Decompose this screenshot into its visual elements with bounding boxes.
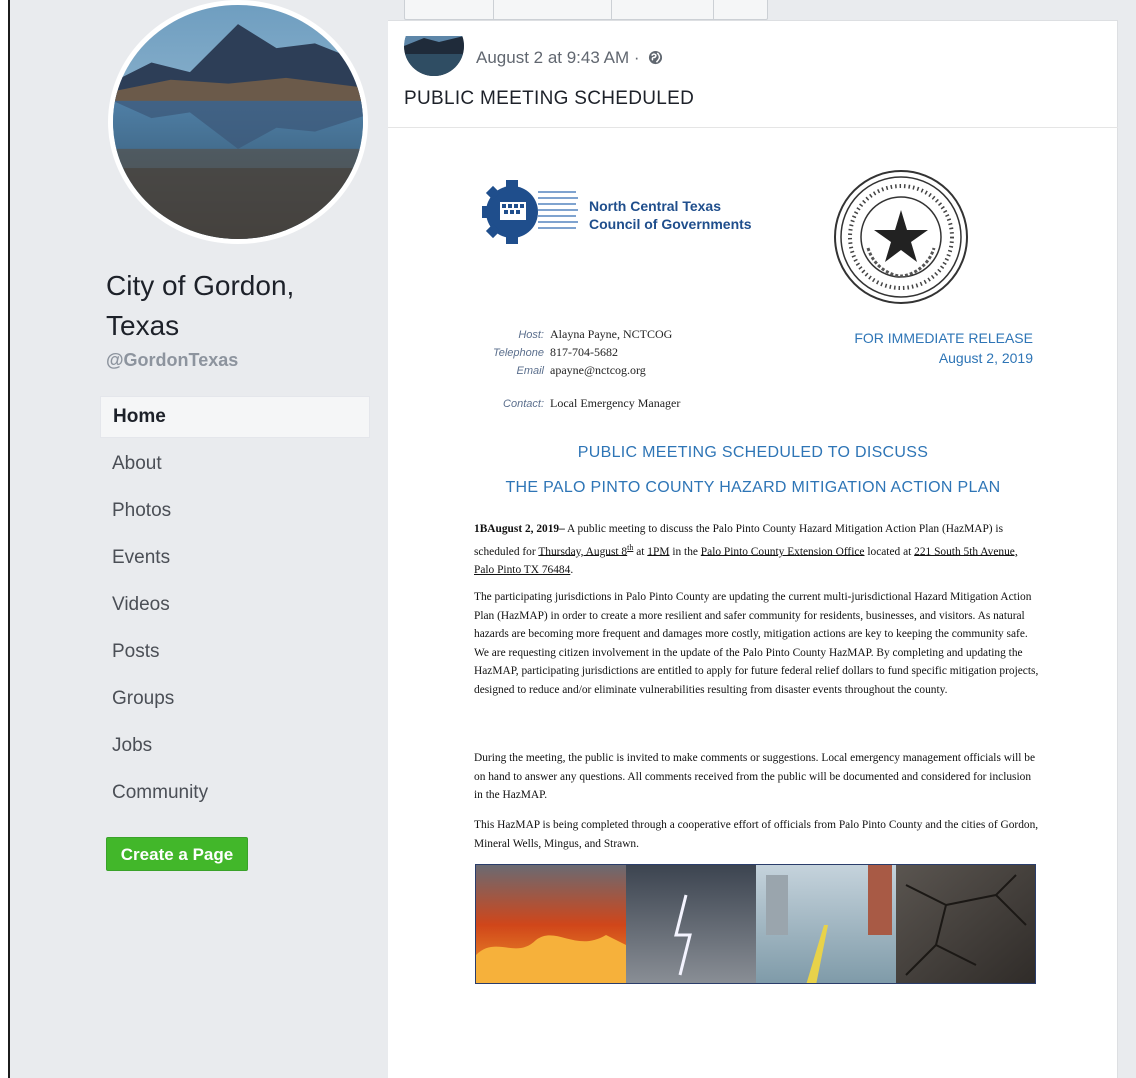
nctcog-name: North Central Texas Council of Governmen… — [589, 197, 752, 233]
page-handle[interactable]: @GordonTexas — [106, 350, 238, 371]
dateline: 1BAugust 2, 2019– — [474, 523, 565, 535]
nav-item-videos[interactable]: Videos — [100, 583, 370, 630]
para1-text-d: located at — [864, 545, 915, 558]
email-value: apayne@nctcog.org — [550, 363, 646, 377]
hazards-collage-image — [476, 865, 1035, 983]
page-nav: Home About Photos Events Videos Posts Gr… — [100, 396, 370, 818]
create-page-button[interactable]: Create a Page — [106, 837, 248, 871]
action-separator — [611, 0, 612, 21]
page-action-bar — [404, 0, 768, 21]
para1-text-c: in the — [669, 545, 701, 558]
palo-pinto-county-seal — [834, 170, 968, 304]
telephone-value: 817-704-5682 — [550, 345, 618, 359]
body-paragraph-3: During the meeting, the public is invite… — [474, 752, 1036, 802]
nav-item-posts[interactable]: Posts — [100, 630, 370, 677]
contact-info: Host: Alayna Payne, NCTCOG Telephone 817-7… — [458, 326, 680, 413]
meeting-place: Palo Pinto County Extension Office — [700, 545, 865, 558]
org-name-line1: North Central Texas — [589, 198, 721, 214]
release-date: August 2, 2019 — [938, 350, 1033, 366]
nav-item-home[interactable]: Home — [100, 396, 370, 438]
body-paragraph-4: This HazMAP is being completed through a… — [474, 819, 1039, 850]
nav-item-community[interactable]: Community — [100, 771, 370, 818]
host-value: Alayna Payne, NCTCOG — [550, 327, 673, 341]
action-separator — [493, 0, 494, 21]
globe-icon — [649, 50, 663, 65]
nav-item-events[interactable]: Events — [100, 536, 370, 583]
meeting-date: Thursday, August 8 — [538, 545, 628, 558]
email-label: Email — [516, 365, 544, 377]
org-name-line2: Council of Governments — [589, 216, 752, 232]
release-heading: FOR IMMEDIATE RELEASE — [854, 330, 1033, 346]
action-separator — [713, 0, 714, 21]
page-title: City of Gordon, Texas — [106, 266, 366, 346]
post-divider — [388, 127, 1118, 128]
nav-item-jobs[interactable]: Jobs — [100, 724, 370, 771]
meeting-time: 1PM — [647, 545, 670, 558]
nav-item-groups[interactable]: Groups — [100, 677, 370, 724]
para1-text-e: . — [570, 563, 574, 576]
page-title-line1: City of Gordon, — [106, 270, 295, 301]
contact-value: Local Emergency Manager — [550, 396, 681, 410]
telephone-label: Telephone — [493, 347, 544, 359]
host-label: Host: — [518, 329, 544, 341]
body-paragraph-2: The participating jurisdictions in Palo … — [474, 591, 1039, 696]
body-paragraph-1: 1BAugust 2, 2019– A public meeting to di… — [474, 520, 1040, 580]
profile-picture[interactable] — [108, 0, 368, 244]
lake-landscape-image — [113, 5, 363, 239]
contact-label: Contact: — [503, 398, 544, 410]
window-edge — [8, 0, 10, 1078]
post-timestamp[interactable]: August 2 at 9:43 AM · — [476, 48, 663, 68]
para1-text-b: at — [633, 545, 648, 558]
post-text: PUBLIC MEETING SCHEDULED — [404, 88, 695, 109]
nav-item-about[interactable]: About — [100, 442, 370, 489]
release-notice: FOR IMMEDIATE RELEASE August 2, 2019 — [854, 328, 1033, 368]
page-title-line2: Texas — [106, 310, 180, 341]
facebook-page: City of Gordon, Texas @GordonTexas Home … — [0, 0, 1136, 1078]
nctcog-logo — [482, 180, 578, 244]
post-timestamp-text[interactable]: August 2 at 9:43 AM · — [476, 48, 639, 67]
headline-line2: THE PALO PINTO COUNTY HAZARD MITIGATION … — [505, 479, 1001, 496]
headline-line1: PUBLIC MEETING SCHEDULED TO DISCUSS — [577, 444, 929, 461]
natural-hazards-banner — [475, 864, 1036, 984]
nav-item-photos[interactable]: Photos — [100, 489, 370, 536]
